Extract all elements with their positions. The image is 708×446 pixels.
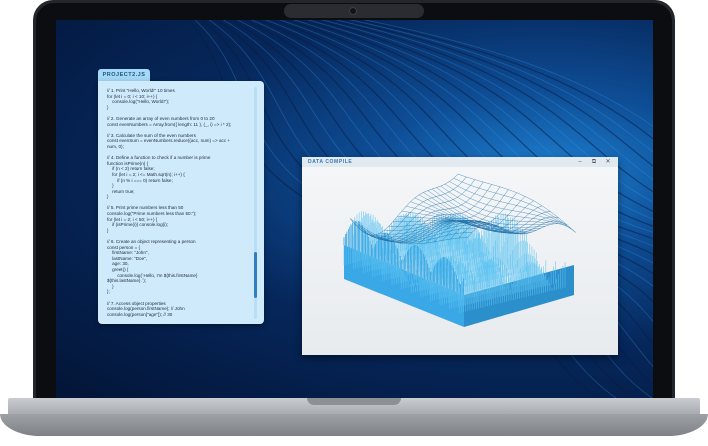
code-scrollbar-thumb[interactable]: [254, 252, 257, 298]
lid-notch: [307, 398, 401, 405]
laptop-base: [0, 398, 708, 446]
minimize-icon[interactable]: –: [575, 157, 585, 167]
data-window-title: DATA COMPILE: [308, 159, 353, 165]
code-editor-window[interactable]: // 1. Print "Hello, World!" 10 times for…: [98, 81, 264, 324]
code-window-tab[interactable]: PROJECT2.JS: [98, 69, 150, 81]
laptop: PROJECT2.JS // 1. Print "Hello, World!" …: [0, 0, 708, 446]
code-scrollbar[interactable]: [254, 87, 257, 319]
data-window-titlebar[interactable]: DATA COMPILE – ⧉ ✕: [302, 157, 618, 167]
webcam-bar: [284, 4, 424, 18]
3d-terrain-plot: [343, 173, 576, 327]
code-text[interactable]: // 1. Print "Hello, World!" 10 times for…: [107, 88, 257, 317]
desktop-screen: PROJECT2.JS // 1. Print "Hello, World!" …: [56, 20, 653, 398]
maximize-icon[interactable]: ⧉: [589, 157, 599, 167]
webcam-icon: [350, 8, 356, 14]
data-compile-window[interactable]: DATA COMPILE – ⧉ ✕: [302, 157, 618, 355]
data-visualization: [302, 167, 618, 355]
close-icon[interactable]: ✕: [603, 157, 613, 167]
base-edge: [0, 414, 708, 436]
